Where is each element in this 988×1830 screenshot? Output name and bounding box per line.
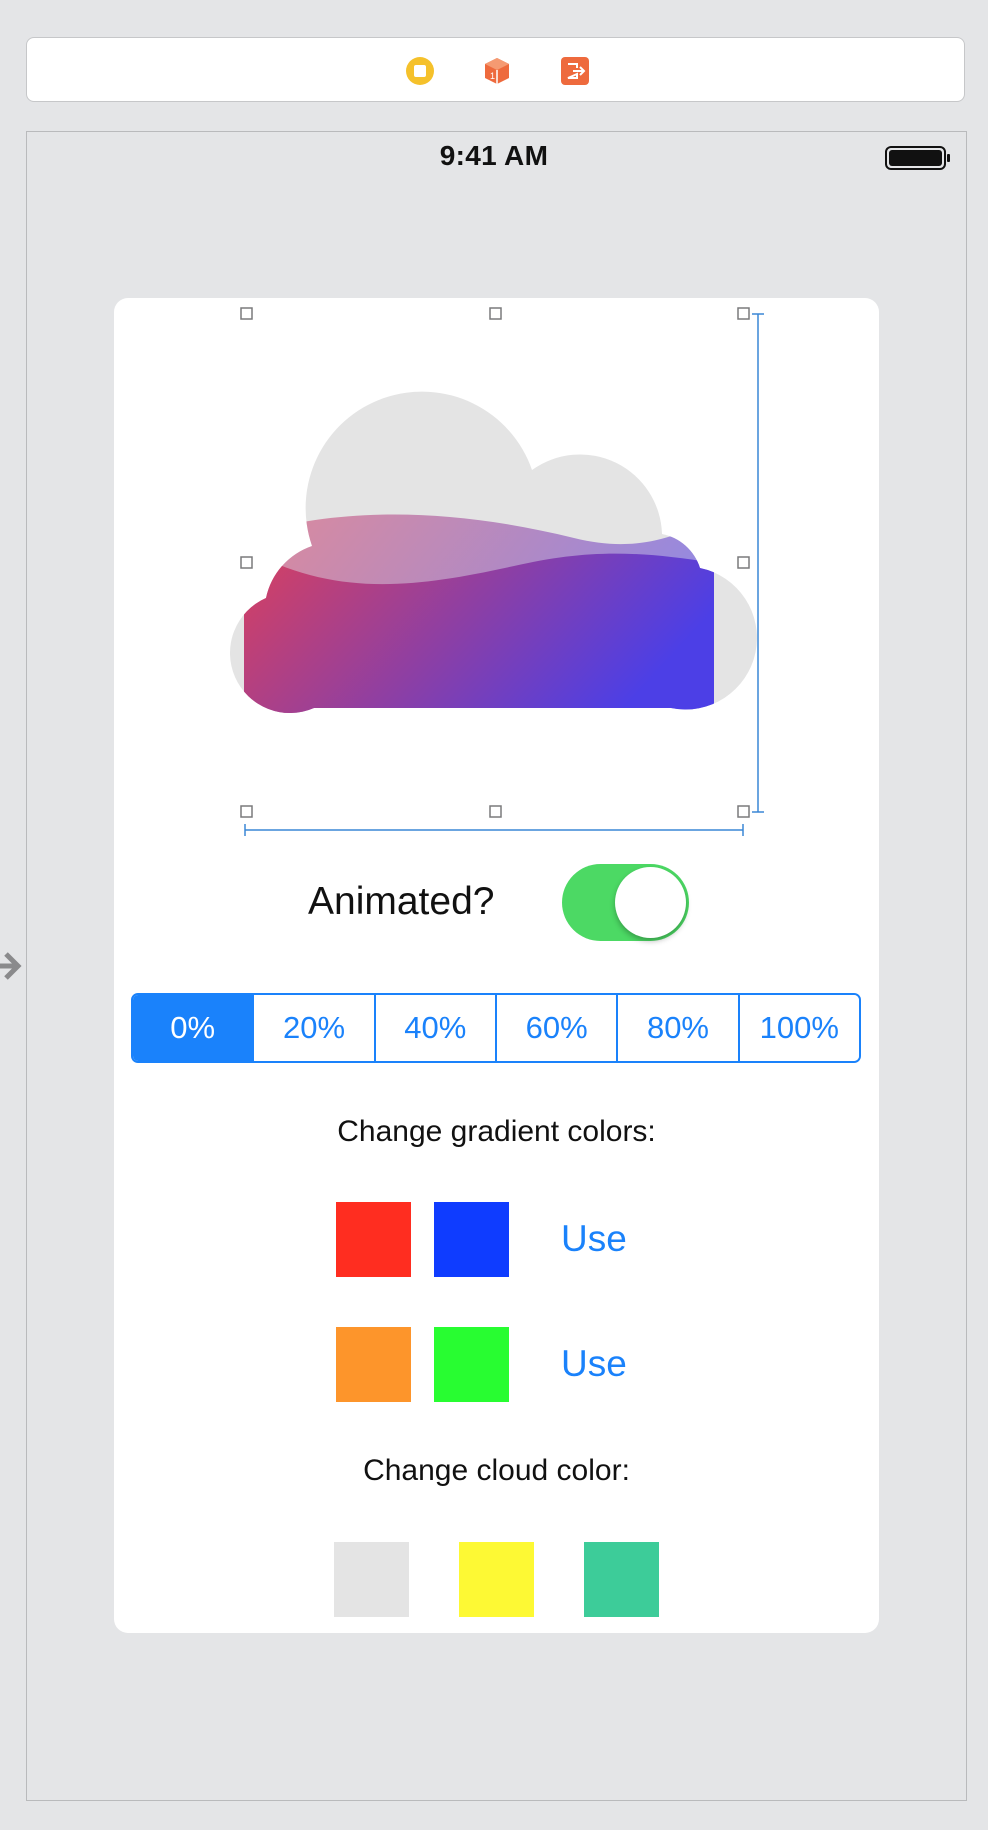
entry-point-arrow-icon [0, 952, 22, 980]
svg-text:1: 1 [490, 71, 495, 81]
segment-0[interactable]: 0% [133, 995, 253, 1061]
status-time: 9:41 AM [439, 140, 549, 171]
battery-icon [885, 146, 950, 170]
gradient-row1-color-b [434, 1202, 509, 1277]
segment-20[interactable]: 20% [252, 995, 374, 1061]
use-gradient-2-button[interactable]: Use [561, 1343, 627, 1385]
animated-switch[interactable] [562, 864, 689, 941]
first-responder-icon[interactable]: 1 [482, 56, 512, 86]
segment-80[interactable]: 80% [616, 995, 738, 1061]
cloud-color-grey-button[interactable] [334, 1542, 409, 1617]
cloud-color-title: Change cloud color: [363, 1454, 630, 1487]
gradient-colors-title: Change gradient colors: [337, 1115, 656, 1148]
cloud-color-teal-button[interactable] [584, 1542, 659, 1617]
segment-40[interactable]: 40% [373, 995, 495, 1061]
scene-dock: 1 [26, 37, 965, 102]
cloud-gradient-fill [244, 514, 714, 714]
cloud-color-yellow-button[interactable] [459, 1542, 534, 1617]
segment-100[interactable]: 100% [737, 995, 859, 1061]
gradient-row2-color-b [434, 1327, 509, 1402]
progress-segmented-control: 0% 20% 40% 60% 80% 100% [131, 993, 861, 1063]
exit-icon[interactable] [560, 56, 590, 86]
gradient-row2-color-a [336, 1327, 411, 1402]
gradient-row1-color-a [336, 1202, 411, 1277]
switch-knob [615, 867, 686, 938]
view-controller-icon[interactable] [405, 56, 435, 86]
cloud-view[interactable] [114, 298, 879, 858]
animated-label: Animated? [308, 880, 495, 923]
segment-60[interactable]: 60% [494, 995, 617, 1061]
use-gradient-1-button[interactable]: Use [561, 1218, 627, 1260]
